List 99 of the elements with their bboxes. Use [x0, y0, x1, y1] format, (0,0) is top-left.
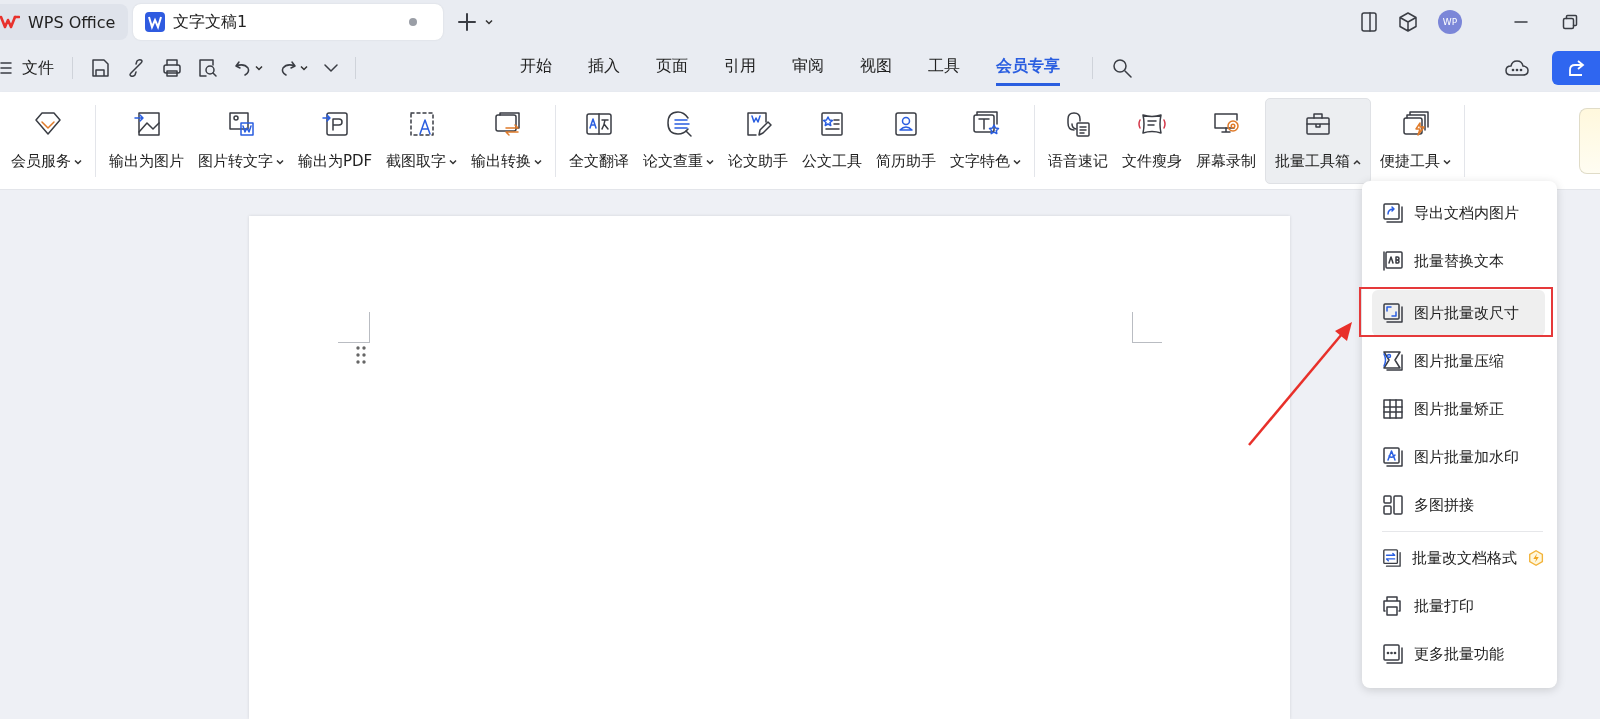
ribbon-tab[interactable]: 开始 — [520, 50, 552, 86]
printer-icon — [1382, 595, 1404, 617]
caret-icon — [1013, 158, 1022, 165]
ribbon-button[interactable]: 全文翻译 — [564, 97, 635, 184]
ribbon-button[interactable]: 文件瘦身 — [1117, 97, 1188, 184]
caret-icon — [255, 65, 263, 71]
compress-image-icon — [1382, 350, 1404, 372]
apps-button[interactable] — [1398, 12, 1418, 32]
ribbon-tab[interactable]: 审阅 — [792, 50, 824, 86]
menu-item[interactable]: 批量替换文本 — [1362, 237, 1557, 285]
ribbon-tab[interactable]: 视图 — [860, 50, 892, 86]
save-icon — [90, 58, 110, 78]
restore-icon — [1562, 14, 1578, 30]
microphone-document-icon — [1064, 110, 1093, 138]
crop-text-icon — [407, 110, 436, 138]
margin-corner-mark — [1132, 312, 1162, 343]
ribbon-button[interactable]: 公文工具 — [797, 97, 868, 184]
link-icon — [126, 58, 146, 78]
convert-icon — [492, 110, 521, 138]
ribbon-button[interactable]: 会员服务 — [6, 97, 87, 184]
tablet-mode-button[interactable] — [1360, 12, 1378, 32]
menu-icon — [0, 61, 12, 75]
ribbon-button[interactable]: 屏幕录制 — [1191, 97, 1262, 184]
menu-item[interactable]: 图片批量加水印 — [1362, 433, 1557, 481]
preview-icon — [198, 58, 218, 78]
printer-icon — [162, 58, 182, 78]
writer-logo-icon — [145, 12, 165, 32]
restore-button[interactable] — [1562, 14, 1578, 30]
ribbon-button[interactable]: 文字特色 — [945, 97, 1027, 184]
watermark-icon — [1382, 446, 1404, 468]
image-text-icon — [227, 110, 255, 138]
document-tab[interactable]: WPS Office — [0, 4, 128, 40]
magnifier-lines-icon — [664, 110, 693, 138]
ribbon-tab[interactable]: 引用 — [724, 50, 756, 86]
caret-icon — [74, 158, 82, 165]
ribbon-button[interactable]: 输出为PDF — [293, 97, 378, 184]
menu-item[interactable]: 更多批量功能 — [1362, 630, 1557, 678]
ribbon-button[interactable]: 论文查重 — [638, 97, 720, 184]
menu-item[interactable]: 图片批量压缩 — [1362, 337, 1557, 385]
ribbon-tab[interactable]: 会员专享 — [996, 50, 1060, 86]
menu-item[interactable]: 导出文档内图片 — [1362, 189, 1557, 237]
tablet-icon — [1360, 12, 1378, 32]
caret-icon — [534, 158, 543, 165]
ribbon-button[interactable]: 截图取字 — [381, 97, 463, 184]
undo-icon — [234, 59, 252, 77]
tab-list-button[interactable] — [485, 19, 493, 25]
margin-corner-mark — [338, 312, 370, 343]
caret-icon — [1443, 158, 1452, 165]
cloud-icon — [1505, 58, 1529, 78]
minimize-icon — [1514, 21, 1528, 23]
caret-icon — [276, 158, 284, 165]
search-icon — [1112, 58, 1132, 78]
diamond-icon — [32, 110, 61, 138]
grip-icon — [356, 346, 366, 364]
ribbon-button[interactable]: 输出转换 — [466, 97, 548, 184]
drag-handle[interactable] — [356, 346, 366, 364]
menu-item[interactable]: 图片批量矫正 — [1362, 385, 1557, 433]
translate-icon — [585, 110, 614, 138]
cube-icon — [1398, 12, 1418, 32]
toolbox-icon — [1304, 110, 1333, 138]
menu-item[interactable]: 批量改文档格式 — [1362, 534, 1557, 582]
caret-icon — [706, 158, 715, 165]
menu-item[interactable]: 批量打印 — [1362, 582, 1557, 630]
pen-document-icon — [744, 110, 773, 138]
document-arrow-icon — [321, 110, 350, 138]
grid-icon — [1382, 398, 1404, 420]
resize-icon — [1382, 302, 1404, 324]
ribbon-button[interactable]: 简历助手 — [871, 97, 942, 184]
convert-format-icon — [1382, 547, 1402, 569]
file-menu[interactable]: 文件 — [0, 53, 60, 83]
menu-item[interactable]: 图片批量改尺寸 — [1372, 290, 1545, 336]
ribbon-button[interactable]: 图片转文字 — [193, 97, 289, 184]
share-icon — [1566, 59, 1586, 77]
ribbon-tab[interactable]: 工具 — [928, 50, 960, 86]
ribbon-tab[interactable]: 页面 — [656, 50, 688, 86]
caret-icon — [1353, 158, 1362, 165]
ribbon-button[interactable]: 批量工具箱 — [1265, 97, 1372, 184]
export-image-icon — [1382, 202, 1404, 224]
redo-icon — [279, 59, 297, 77]
document-tab[interactable]: 文字文稿1 — [133, 4, 443, 40]
lightning-cards-icon — [1401, 110, 1430, 138]
replace-text-icon — [1382, 250, 1404, 272]
ribbon-button[interactable]: 便捷工具 — [1375, 97, 1457, 184]
wps-logo-icon — [0, 15, 20, 29]
chevron-down-icon — [324, 63, 338, 73]
caret-icon — [300, 65, 308, 71]
add-tab-button[interactable] — [457, 12, 477, 32]
menu-item[interactable]: 多图拼接 — [1362, 481, 1557, 529]
caret-icon — [485, 19, 493, 25]
collage-icon — [1382, 494, 1404, 516]
ribbon-tab[interactable]: 插入 — [588, 50, 620, 86]
share-button[interactable] — [1552, 51, 1600, 85]
ribbon-button[interactable]: 输出为图片 — [104, 97, 189, 184]
ribbon-button[interactable]: 语音速记 — [1043, 97, 1114, 184]
ribbon-button[interactable]: 论文助手 — [723, 97, 794, 184]
image-export-icon — [132, 110, 161, 138]
more-dots-icon — [1382, 643, 1404, 665]
caret-icon — [449, 158, 458, 165]
plus-icon — [457, 12, 477, 32]
